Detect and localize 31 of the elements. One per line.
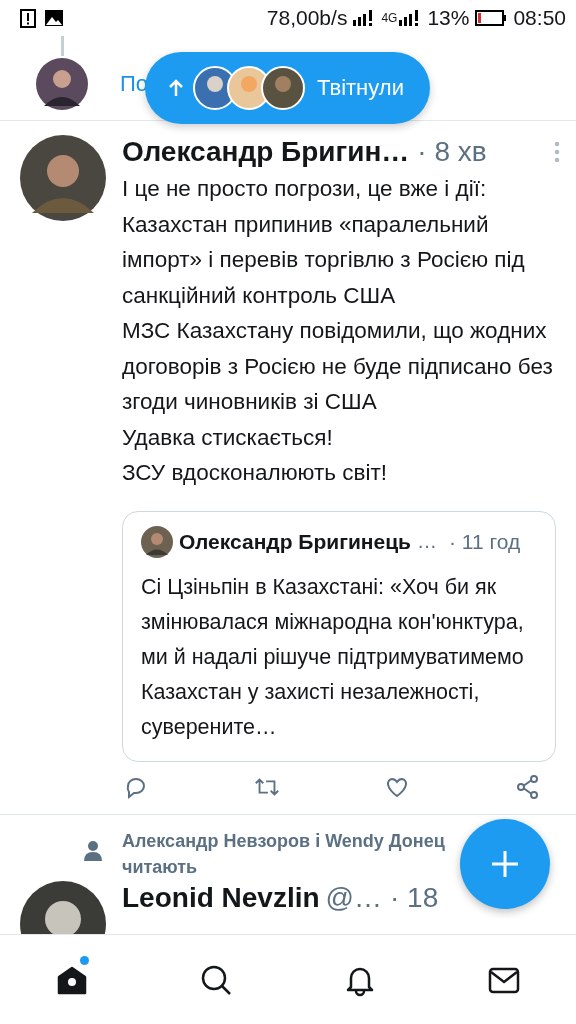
tweet-time: · 18	[390, 881, 439, 914]
author-name[interactable]: Олександр Бригин…	[122, 136, 410, 168]
tweet-text: МЗС Казахстану повідомили, що жодних договорів з Росією не буде підписано без згоди чиновників зі США	[122, 317, 554, 416]
tweet-time: · 8 хв	[417, 136, 487, 168]
quoted-author-name: Олександр Бригинець	[179, 529, 411, 554]
avatar[interactable]	[20, 135, 106, 221]
avatar[interactable]	[36, 58, 88, 110]
social-context: читають	[122, 855, 199, 879]
battery-icon	[475, 10, 508, 26]
alert-icon	[18, 8, 38, 28]
avatar	[261, 66, 305, 110]
clock: 08:50	[513, 6, 566, 30]
tweet-text: ЗСУ вдосконалюють світ!	[122, 459, 388, 487]
avatar	[141, 525, 173, 558]
quoted-time: · 11 год	[449, 529, 521, 554]
quoted-tweet[interactable]: Олександр Бригинець … · 11 год Сі Цзіньпін в Казахстані: «Хоч би як змінювалася міжнародна кон'юнктура, ми й надалі рішуче підтримуватимемо Казахстан у захисті незалежності, суверените…	[122, 510, 556, 762]
tweet-text: І це не просто погрози, це вже і дії: Казахстан припинив «паралельний імпорт» і перевів торгівлю з Росією під санкційний контроль США	[122, 175, 526, 310]
author-handle: @…	[325, 881, 382, 914]
person-icon	[84, 839, 102, 862]
arrow-up-icon	[169, 79, 183, 97]
tweet-text: Удавка стискається!	[122, 423, 334, 452]
compose-button[interactable]	[460, 819, 550, 909]
image-icon	[44, 8, 64, 28]
network-type: 4G	[381, 11, 398, 25]
quoted-text: Сі Цзіньпін в Казахстані: «Хоч би як змінювалася міжнародна кон'юнктура, ми й надалі рішуче підтримуватимемо Казахстан у захисті незалежності, суверените…	[141, 573, 525, 741]
network-speed: 78,00b/s	[266, 6, 348, 30]
social-context[interactable]: Александр Невзоров і Wendy Донец	[122, 828, 445, 853]
author-name[interactable]: Leonid Nevzlin	[122, 881, 320, 914]
plus-icon	[490, 849, 520, 879]
battery-percent: 13%	[427, 6, 470, 30]
ellipsis: …	[417, 530, 437, 553]
